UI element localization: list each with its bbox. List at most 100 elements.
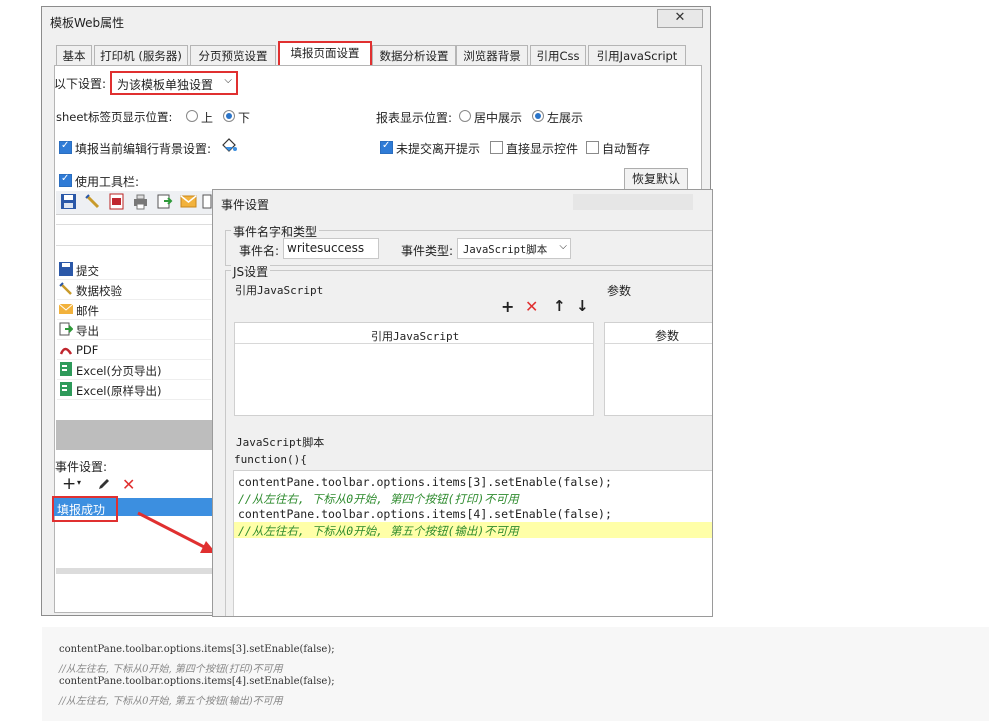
code-text: //从左往右, 下标从0开始, 第五个按钮(输出)不可用 [238,524,519,538]
code-line-4: //从左往右, 下标从0开始, 第五个按钮(输出)不可用 [238,523,519,539]
event-item-label: 填报成功 [57,503,106,517]
event-type-select[interactable]: JavaScript脚本 ⌵ [457,238,571,259]
tool-item-excel-original[interactable]: Excel(原样导出) [57,380,211,400]
auto-save-label: 自动暂存 [602,142,651,156]
delete-icon[interactable]: ✕ [525,297,538,316]
add-icon[interactable]: + [62,474,76,494]
event-item-highlight[interactable]: 填报成功 [52,496,118,522]
code-text: //从左往右, 下标从0开始, 第四个按钮(打印)不可用 [238,492,519,506]
paint-bucket-icon[interactable] [219,135,239,155]
function-header: function(){ [234,453,307,466]
row-bg-checkbox[interactable] [59,140,72,154]
tool-item-mail[interactable]: 邮件 [57,300,211,320]
tool-item-label: Excel(原样导出) [76,384,162,398]
blurred-toolbar [573,194,693,210]
ref-js-column-header: 引用JavaScript [371,330,460,343]
unsubmitted-prompt-checkbox[interactable] [380,140,393,154]
report-center-label: 居中展示 [474,111,523,125]
tool-item-validate[interactable]: 数据校验 [57,280,211,300]
code-text: contentPane.toolbar.options.items[3].set… [238,475,612,489]
code-block-line: contentPane.toolbar.options.items[4].set… [59,676,335,687]
direct-controls-checkbox[interactable] [490,141,503,154]
code-block-line: contentPane.toolbar.options.items[3].set… [59,644,335,655]
tab-css[interactable]: 引用Css [530,45,586,67]
report-center-radio[interactable] [459,110,471,122]
report-left-radio[interactable] [532,110,544,122]
sheet-tab-position-label: sheet标签页显示位置: [56,110,173,124]
list-scroll-area [56,420,212,450]
close-button[interactable]: ✕ [657,9,703,28]
code-line-3: contentPane.toolbar.options.items[4].set… [238,507,612,521]
event-type-value: JavaScript脚本 [463,244,548,256]
delete-icon[interactable]: ✕ [122,475,135,494]
report-left-label: 左展示 [547,111,584,125]
event-settings-dialog: 事件设置 事件名字和类型 事件名: writesuccess 事件类型: Jav… [212,189,713,617]
event-name-label: 事件名: [239,244,280,258]
restore-default-button[interactable]: 恢复默认 [624,168,688,191]
edit-icon[interactable] [97,477,111,491]
add-icon[interactable]: + [501,297,514,316]
tab-data-analysis[interactable]: 数据分析设置 [372,45,456,67]
event-settings-label: 事件设置: [55,460,108,474]
js-code-editor[interactable]: contentPane.toolbar.options.items[3].set… [233,470,712,616]
code-line-2: //从左往右, 下标从0开始, 第四个按钮(打印)不可用 [238,491,519,507]
export-icon [59,322,74,336]
tool-item-pdf[interactable]: PDF [57,340,211,360]
check-pencil-icon[interactable] [84,193,101,210]
code-block-line: //从左往右, 下标从0开始, 第四个按钮(打印)不可用 [59,664,283,675]
sheet-bottom-radio[interactable] [223,110,235,122]
params-table[interactable]: 参数 [604,322,712,416]
mail-icon[interactable] [180,193,197,210]
tool-item-excel-paged[interactable]: Excel(分页导出) [57,360,211,380]
js-script-label: JavaScript脚本 [236,436,325,449]
ref-js-label: 引用JavaScript [235,284,324,297]
use-toolbar-checkbox[interactable] [59,173,72,187]
ref-js-table[interactable]: 引用JavaScript [234,322,594,416]
sheet-top-radio[interactable] [186,110,198,122]
unsubmitted-prompt-label: 未提交离开提示 [396,142,481,156]
toolbar-config-row [56,224,212,246]
save-icon[interactable] [60,193,77,210]
chevron-down-icon: ⌵ [224,75,232,86]
print-icon[interactable] [132,193,149,210]
event-name-value: writesuccess [287,241,365,255]
code-line-1: contentPane.toolbar.options.items[3].set… [238,475,612,489]
tool-item-label: Excel(分页导出) [76,364,162,378]
event-dialog-title: 事件设置 [221,198,270,212]
sheet-bottom-label: 下 [238,111,251,125]
params-label: 参数 [607,284,632,298]
tab-printer[interactable]: 打印机 (服务器) [94,45,188,67]
tab-page-preview[interactable]: 分页预览设置 [190,45,276,67]
tool-item-label: 导出 [76,324,99,338]
tool-item-label: 提交 [76,264,99,278]
arrow-up-icon[interactable]: ↑ [553,297,566,315]
dialog-title: 模板Web属性 [50,16,125,30]
excel-icon [59,362,73,376]
tool-item-label: PDF [76,343,99,357]
code-block: contentPane.toolbar.options.items[3].set… [42,627,989,721]
tab-basic[interactable]: 基本 [56,45,92,67]
pdf-icon [59,342,73,356]
arrow-down-icon[interactable]: ↓ [576,297,589,315]
event-name-input[interactable]: writesuccess [283,238,379,259]
save-icon [59,262,73,276]
tool-item-submit[interactable]: 提交 [57,260,211,280]
pdf-icon[interactable] [108,193,125,210]
row-bg-label: 填报当前编辑行背景设置: [75,142,212,156]
chevron-down-icon[interactable]: ▾ [77,478,81,487]
check-pencil-icon [59,282,73,296]
tab-javascript[interactable]: 引用JavaScript [588,45,686,67]
excel-icon [59,382,73,396]
scope-select[interactable]: 为该模板单独设置 ⌵ [110,71,238,95]
js-settings-group-label: JS设置 [231,263,271,280]
auto-save-checkbox[interactable] [586,141,599,154]
list-scrollbar[interactable] [56,568,212,574]
tool-item-label: 邮件 [76,304,99,318]
params-column-header: 参数 [655,329,680,343]
scope-label: 以下设置: [54,77,107,91]
export-icon[interactable] [156,193,173,210]
tab-browser-bg[interactable]: 浏览器背景 [456,45,528,67]
tool-item-export[interactable]: 导出 [57,320,211,340]
scope-value: 为该模板单独设置 [117,78,214,92]
more-tools-icon[interactable] [202,193,212,210]
